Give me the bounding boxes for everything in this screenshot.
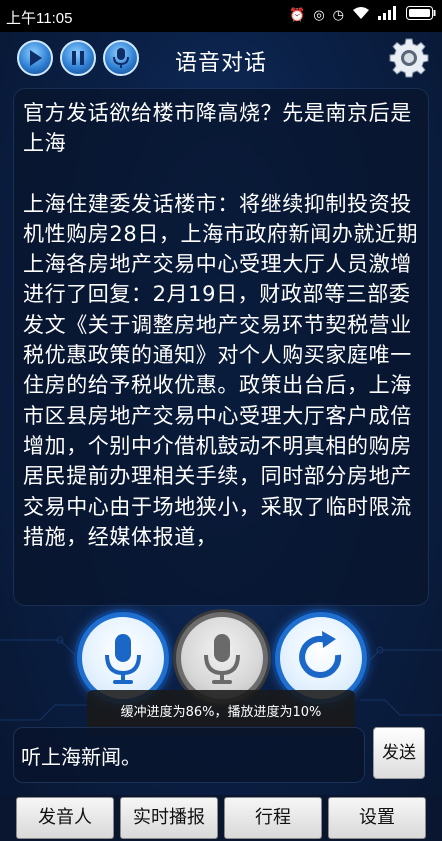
status-time: 上午11:05 xyxy=(6,10,73,27)
battery-icon xyxy=(406,6,436,26)
page-title: 语音对话 xyxy=(174,51,267,76)
tab-speaker[interactable]: 发音人 xyxy=(16,797,114,839)
send-button[interactable]: 发送 xyxy=(373,727,425,779)
clock-icon: ◷ xyxy=(332,8,344,23)
status-icons: ⏰ ◎ ◷ xyxy=(289,6,436,26)
alarm-icon: ⏰ xyxy=(289,8,306,23)
bottom-tab-bar: 发音人 实时播报 行程 设置 xyxy=(0,795,442,841)
refresh-icon xyxy=(299,631,342,678)
article-panel[interactable]: 官方发话欲给楼市降高烧？先是南京后是上海 上海住建委发话楼市：将继续抑制投资投机… xyxy=(13,88,429,606)
headset-icon: ◎ xyxy=(313,8,325,23)
message-input-value[interactable]: 听上海新闻。 xyxy=(21,741,141,770)
mic-icon xyxy=(105,634,141,684)
tab-realtime-broadcast[interactable]: 实时播报 xyxy=(120,797,218,839)
article-body: 上海住建委发话楼市：将继续抑制投资投机性购房28日，上海市政府新闻办就近期上海各… xyxy=(23,191,419,549)
tab-settings[interactable]: 设置 xyxy=(328,797,426,839)
title-bar: 语音对话 xyxy=(0,32,442,88)
message-input[interactable]: 听上海新闻。 xyxy=(13,727,365,783)
mic-icon xyxy=(204,634,240,684)
tab-schedule[interactable]: 行程 xyxy=(224,797,322,839)
article-headline: 官方发话欲给楼市降高烧？先是南京后是上海 xyxy=(23,101,412,156)
status-bar: 上午11:05 ⏰ ◎ ◷ xyxy=(0,0,442,32)
signal-icon xyxy=(378,6,398,26)
wifi-icon xyxy=(352,6,370,26)
gear-icon[interactable] xyxy=(388,37,430,79)
